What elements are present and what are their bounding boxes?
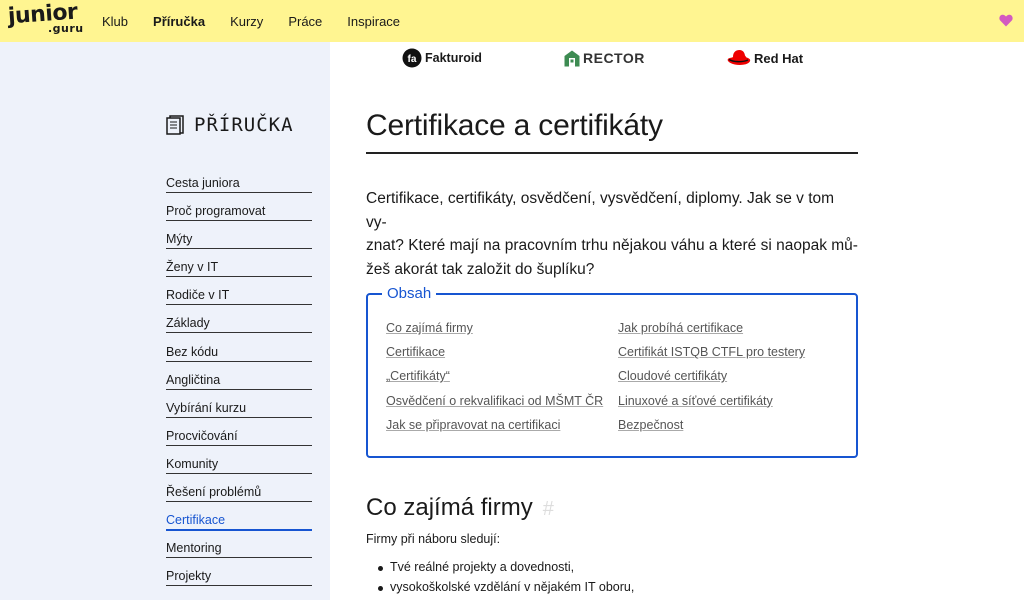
nav-item-kurzy[interactable]: Kurzy <box>230 14 263 29</box>
sidebar-list-item: Mentoring <box>166 538 312 566</box>
lead-line: Certifikace, certifikáty, osvědčení, vys… <box>366 190 835 231</box>
fakturoid-logo-icon: fa <box>402 48 422 68</box>
toc-link-jak-se-pripravovat[interactable]: Jak se připravovat na certifikaci <box>386 418 560 432</box>
sidebar-item-komunity[interactable]: Komunity <box>166 454 312 474</box>
sidebar-list-item: Mýty <box>166 229 312 257</box>
sponsor-fakturoid-name: Fakturoid <box>425 51 482 65</box>
sidebar-item-projekty[interactable]: Projekty <box>166 566 312 587</box>
table-of-contents: Obsah Co zajímá firmy Certifikace „Certi… <box>366 285 858 458</box>
sidebar-item-certifikace[interactable]: Certifikace <box>166 510 312 532</box>
section-title: Co zajímá firmy <box>366 494 533 521</box>
sponsors-strip: fa Fakturoid RECTOR Red Hat <box>330 42 1024 73</box>
lead-line: žeš akorát tak založit do šuplíku? <box>366 260 595 278</box>
toc-link-certifikaty[interactable]: „Certifikáty“ <box>386 369 450 383</box>
rector-logo-icon <box>564 50 580 66</box>
logo-subtext: .guru <box>48 22 84 35</box>
sidebar-list-item: Cesta juniora <box>166 173 312 201</box>
sidebar-list-item: Bez kódu <box>166 342 312 370</box>
anchor-link[interactable]: # <box>543 498 554 520</box>
nav-item-prace[interactable]: Práce <box>288 14 322 29</box>
sidebar-item-anglictina[interactable]: Angličtina <box>166 370 312 390</box>
section-heading: Co zajímá firmy # <box>366 494 554 522</box>
sponsor-fakturoid[interactable]: fa Fakturoid <box>402 48 482 68</box>
sidebar-item-zaklady[interactable]: Základy <box>166 313 312 334</box>
sponsor-redhat[interactable]: Red Hat <box>727 48 803 68</box>
sponsor-redhat-name: Red Hat <box>754 50 804 66</box>
lead-paragraph: Certifikace, certifikáty, osvědčení, vys… <box>366 187 858 281</box>
toc-link-bezpecnost[interactable]: Bezpečnost <box>618 418 683 432</box>
toc-link-linuxove[interactable]: Linuxové a síťové certifikáty <box>618 394 773 408</box>
bullet-item: Tvé reálné projekty a dovednosti, <box>378 560 634 580</box>
sidebar-list-item: Ženy v IT <box>166 257 312 285</box>
sidebar-item-vybirani-kurzu[interactable]: Vybírání kurzu <box>166 398 312 418</box>
page-title: Certifikace a certifikáty <box>366 109 858 154</box>
nav-item-prirucka[interactable]: Příručka <box>153 14 205 29</box>
sponsor-rector-name: RECTOR <box>583 50 645 66</box>
sidebar-item-proc-programovat[interactable]: Proč programovat <box>166 201 312 222</box>
sidebar-heading: PŘÍRUČKA <box>166 114 294 136</box>
sidebar-list-item: Proč programovat <box>166 201 312 229</box>
toc-link-cloudove[interactable]: Cloudové certifikáty <box>618 369 727 383</box>
sidebar-list-item: Komunity <box>166 454 312 482</box>
bullet-list: Tvé reálné projekty a dovednosti, vysoko… <box>378 560 634 600</box>
nav-item-inspirace[interactable]: Inspirace <box>347 14 400 29</box>
junior-guru-logo[interactable]: junior .guru <box>7 0 83 38</box>
toc-right-column: Jak probíhá certifikace Certifikát ISTQB… <box>618 319 805 440</box>
toc-link-osvedceni-msmt[interactable]: Osvědčení o rekvalifikaci od MŠMT ČR <box>386 394 603 408</box>
svg-text:fa: fa <box>408 54 417 65</box>
top-navbar: junior .guru Klub Příručka Kurzy Práce I… <box>0 0 1024 42</box>
section-intro: Firmy při náboru sledují: <box>366 532 501 546</box>
toc-link-co-zajima-firmy[interactable]: Co zajímá firmy <box>386 321 473 335</box>
sidebar-list: Cesta juniora Proč programovat Mýty Ženy… <box>166 173 312 594</box>
sidebar-list-item: Procvičování <box>166 426 312 454</box>
heart-icon[interactable] <box>999 14 1013 28</box>
sidebar-list-item: Angličtina <box>166 370 312 398</box>
sidebar-item-zeny-v-it[interactable]: Ženy v IT <box>166 257 312 278</box>
bullet-item: vysokoškolské vzdělání v nějakém IT obor… <box>378 580 634 600</box>
main-nav: Klub Příručka Kurzy Práce Inspirace <box>102 0 425 42</box>
nav-item-klub[interactable]: Klub <box>102 14 128 29</box>
sidebar-item-reseni-problemu[interactable]: Řešení problémů <box>166 482 312 503</box>
handbook-sidebar: PŘÍRUČKA Cesta juniora Proč programovat … <box>0 42 330 600</box>
toc-title: Obsah <box>382 285 437 302</box>
lead-line: znat? Které mají na pracovním trhu nějak… <box>366 237 858 254</box>
sidebar-item-cesta-juniora[interactable]: Cesta juniora <box>166 173 312 193</box>
handbook-icon <box>166 115 184 135</box>
sidebar-list-item: Rodiče v IT <box>166 285 312 313</box>
sidebar-item-myty[interactable]: Mýty <box>166 229 312 250</box>
toc-link-certifikace[interactable]: Certifikace <box>386 345 445 359</box>
sidebar-item-rodice-v-it[interactable]: Rodiče v IT <box>166 285 312 306</box>
redhat-logo-icon <box>727 50 751 65</box>
toc-link-istqb[interactable]: Certifikát ISTQB CTFL pro testery <box>618 345 805 359</box>
sidebar-list-item: Certifikace <box>166 510 312 538</box>
sidebar-title: PŘÍRUČKA <box>194 114 294 136</box>
sidebar-item-mentoring[interactable]: Mentoring <box>166 538 312 559</box>
sidebar-list-item: Vybírání kurzu <box>166 398 312 426</box>
sidebar-list-item: Projekty <box>166 566 312 594</box>
sidebar-list-item: Řešení problémů <box>166 482 312 510</box>
toc-link-jak-probiha[interactable]: Jak probíhá certifikace <box>618 321 743 335</box>
sponsor-rector[interactable]: RECTOR <box>564 48 645 68</box>
toc-left-column: Co zajímá firmy Certifikace „Certifikáty… <box>386 319 603 440</box>
sidebar-item-bez-kodu[interactable]: Bez kódu <box>166 342 312 362</box>
sidebar-list-item: Základy <box>166 313 312 341</box>
sidebar-item-procvicovani[interactable]: Procvičování <box>166 426 312 446</box>
